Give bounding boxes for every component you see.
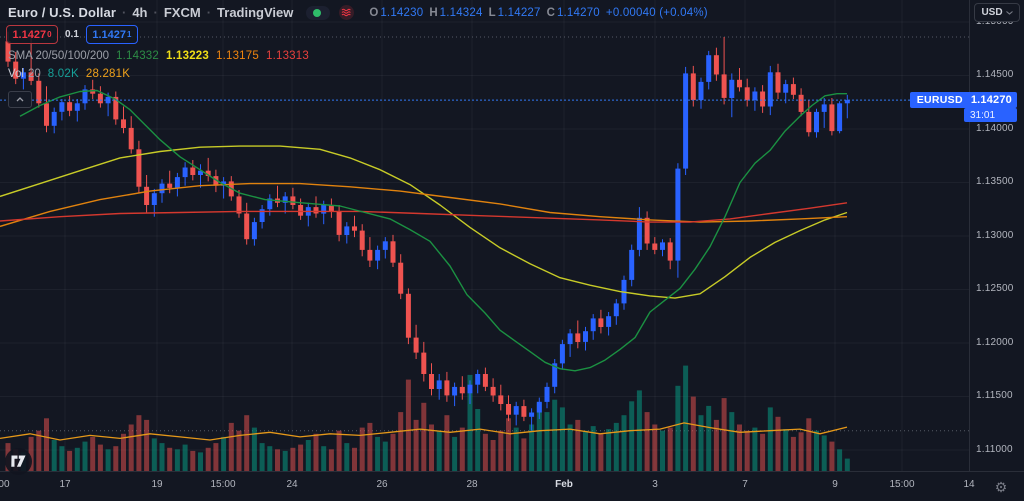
separator: · <box>121 5 127 20</box>
chevron-up-icon <box>16 97 24 102</box>
vol-length: 20 <box>28 68 41 80</box>
exchange-label: FXCM <box>163 5 201 20</box>
time-axis-label: 14 <box>963 479 975 490</box>
chart-canvas[interactable] <box>0 0 1024 472</box>
legend-collapse-button[interactable] <box>8 91 32 108</box>
close-label: C <box>546 6 555 19</box>
volume-legend: Vol 20 8.02K 28.281K <box>8 68 130 80</box>
separator: · <box>206 5 212 20</box>
data-mode-icon[interactable] <box>339 5 355 20</box>
time-axis-label: 19 <box>151 479 163 490</box>
time-axis-label: 15:00 <box>210 479 236 490</box>
high-value: 1.14324 <box>439 6 483 19</box>
low-value: 1.14227 <box>497 6 541 19</box>
time-axis-label: 15:00 <box>0 479 10 490</box>
scale-settings-gear-icon[interactable]: ⚙ <box>992 478 1010 496</box>
symbol-title[interactable]: Euro / U.S. Dollar <box>8 5 116 20</box>
price-axis-label: 1.12000 <box>976 337 1014 348</box>
currency-label: USD <box>981 7 1003 18</box>
sma200-value: 1.13313 <box>265 50 309 62</box>
sell-price: 1.1427 <box>12 28 47 41</box>
sell-button[interactable]: 1.1427 0 <box>6 25 58 44</box>
bar-countdown: 31:01 <box>964 108 1017 122</box>
time-axis-label: 24 <box>286 479 298 490</box>
ohlc-readout: O 1.14230 H 1.14324 L 1.14227 C 1.14270 +0.0… <box>369 7 707 19</box>
high-label: H <box>429 6 438 19</box>
price-axis-label: 1.14500 <box>976 69 1014 80</box>
tradingview-mark-icon <box>11 455 26 467</box>
current-price-label: EURUSD 1.14270 <box>909 92 1017 108</box>
time-axis-label: 26 <box>376 479 388 490</box>
time-axis-label: 7 <box>742 479 748 490</box>
vendor-label: TradingView <box>217 5 294 20</box>
time-axis-label: Feb <box>555 479 573 490</box>
sma50-value: 1.13223 <box>166 50 209 62</box>
spread-value: 0.1 <box>65 29 79 40</box>
price-label-value: 1.14270 <box>970 94 1012 106</box>
market-open-icon <box>313 8 322 17</box>
sma-label: SMA 20/50/100/200 <box>8 50 110 62</box>
close-value: 1.14270 <box>556 6 600 19</box>
price-axis-label: 1.12500 <box>976 283 1014 294</box>
separator: · <box>153 5 158 20</box>
tradingview-logo[interactable] <box>5 448 32 475</box>
price-axis-label: 1.11500 <box>976 390 1013 401</box>
change-value: +0.00040 (+0.04%) <box>605 6 708 19</box>
price-axis-label: 1.13500 <box>976 176 1014 187</box>
chart-header: Euro / U.S. Dollar · 4h · FXCM · Trading… <box>8 5 708 20</box>
low-label: L <box>488 6 496 19</box>
buy-button[interactable]: 1.1427 1 <box>85 25 138 44</box>
price-label-symbol: EURUSD <box>916 94 963 106</box>
price-axis-label: 1.11000 <box>976 444 1013 455</box>
sma20-value: 1.14332 <box>116 50 160 62</box>
market-status-pill <box>306 5 331 20</box>
time-axis-label: 15:00 <box>889 479 915 490</box>
price-axis-label: 1.13000 <box>976 230 1014 241</box>
buy-price: 1.1427 <box>92 28 126 41</box>
tradingview-chart-window: Euro / U.S. Dollar · 4h · FXCM · Trading… <box>0 0 1024 501</box>
time-axis-label: 28 <box>466 479 478 490</box>
trade-panel: 1.1427 0 0.1 1.1427 1 <box>6 25 138 44</box>
vol-current-value: 8.02K <box>47 68 79 80</box>
vol-label: Vol <box>8 68 24 80</box>
time-axis-label: 9 <box>832 479 838 490</box>
open-value: 1.14230 <box>380 6 424 19</box>
sma-legend: SMA 20/50/100/200 1.14332 1.13223 1.1317… <box>8 50 309 62</box>
squiggle-icon <box>342 8 352 17</box>
vol-ma-value: 28.281K <box>85 68 131 80</box>
time-axis-label: 3 <box>652 479 658 490</box>
open-label: O <box>369 6 379 19</box>
currency-toggle-button[interactable]: USD <box>974 3 1020 22</box>
time-axis[interactable]: 15:00 17 19 15:00 24 26 28 Feb 3 7 9 15:00 14 <box>0 471 1024 501</box>
chevron-down-icon <box>1005 10 1013 15</box>
interval-label[interactable]: 4h <box>132 5 147 20</box>
price-axis[interactable]: USD 1.150001.145001.140001.135001.130001… <box>969 0 1024 472</box>
price-axis-label: 1.14000 <box>976 123 1014 134</box>
time-axis-label: 17 <box>59 479 71 490</box>
sma100-value: 1.13175 <box>216 50 259 62</box>
